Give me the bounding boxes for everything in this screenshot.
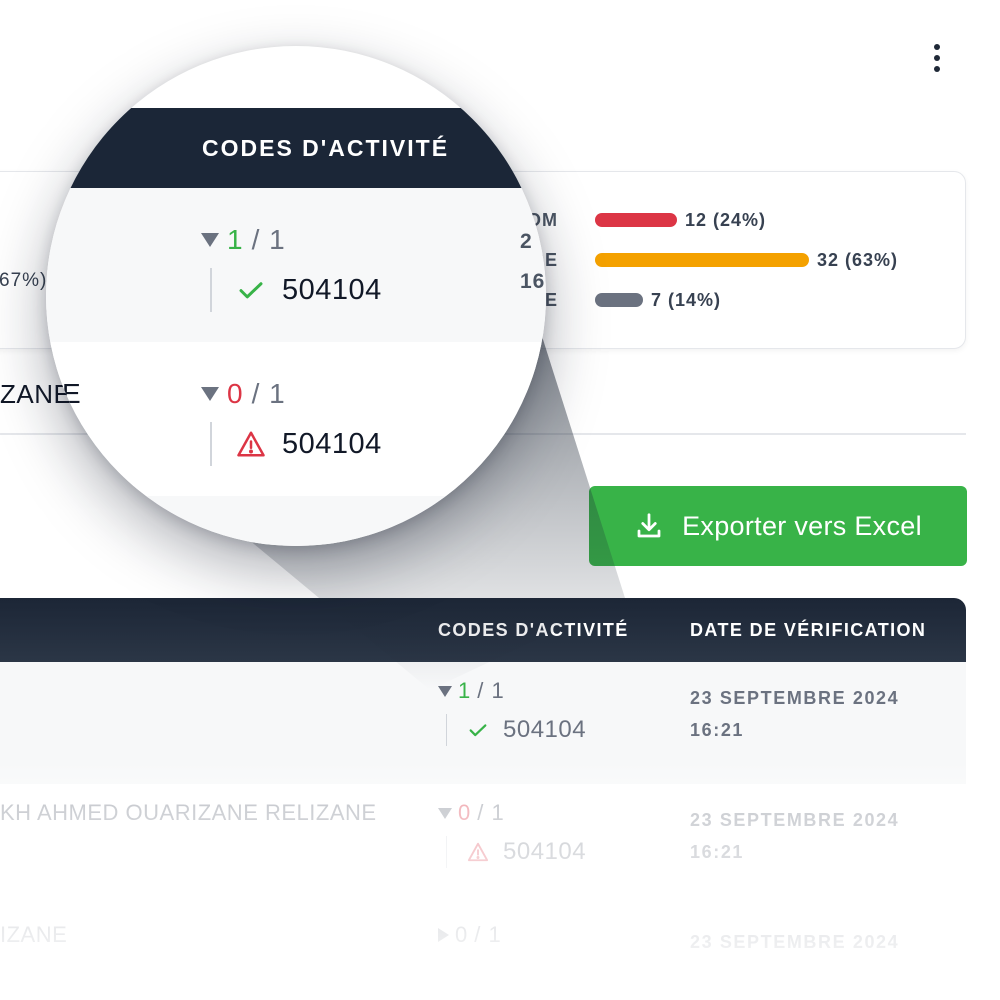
date-text: 23 SEPTEMBRE 2024: [690, 810, 900, 830]
matched-count: 1: [227, 224, 244, 255]
menu-dot: [934, 44, 940, 50]
magnified-header-codes: CODES D'ACTIVITÉ: [202, 135, 450, 161]
warning-icon: [467, 842, 489, 862]
magnified-codes-cell: 1 / 1 504104: [201, 224, 382, 312]
stat-value-2: 7 (14%): [651, 290, 722, 310]
magnified-edge-fragment: 2: [520, 230, 533, 253]
activity-codes-cell: 0 / 1 504104: [438, 800, 586, 868]
company-name: IZANE: [0, 922, 68, 947]
warning-icon: [237, 431, 265, 457]
total-count: / 1: [251, 224, 286, 255]
magnified-row: ZANE 0 / 1 504104: [46, 342, 546, 496]
activity-code: 504104: [503, 716, 587, 743]
magnified-company-name: ZANE: [46, 378, 81, 409]
activity-codes-cell: 0 / 1: [438, 922, 502, 948]
table-header: CODES D'ACTIVITÉ DATE DE VÉRIFICATION: [0, 598, 966, 662]
menu-dot: [934, 66, 940, 72]
expand-toggle-icon[interactable]: [438, 928, 449, 942]
export-button-label: Exporter vers Excel: [682, 510, 922, 541]
verification-table: CODES D'ACTIVITÉ DATE DE VÉRIFICATION 1 …: [0, 598, 966, 1000]
activity-codes-cell: 1 / 1 504104: [438, 678, 586, 746]
activity-code-item: 504104: [446, 836, 586, 868]
magnified-codes-count: 1 / 1: [201, 224, 382, 256]
stat-value-0: 12 (24%): [685, 210, 767, 230]
matched-count: 1: [458, 678, 472, 703]
check-icon: [469, 724, 487, 737]
activity-code: 504104: [282, 427, 382, 460]
time-text: 16:21: [690, 720, 745, 740]
header-date[interactable]: DATE DE VÉRIFICATION: [690, 620, 926, 641]
magnified-edge-fragment: 16: [520, 270, 546, 293]
stat-value-1: 32 (63%): [817, 250, 899, 270]
header-codes[interactable]: CODES D'ACTIVITÉ: [438, 620, 629, 641]
total-count: / 1: [477, 800, 505, 825]
magnified-header: CODES D'ACTIVITÉ: [46, 108, 546, 188]
magnified-row: [46, 496, 546, 546]
table-row[interactable]: KH AHMED OUARIZANE RELIZANE 0 / 1 504104…: [0, 784, 966, 906]
magnified-codes-count: 0 / 1: [201, 378, 382, 410]
time-text: 16:21: [690, 842, 745, 862]
total-count: / 1: [474, 922, 502, 947]
magnified-code-item: 504104: [210, 268, 382, 312]
expand-toggle-icon[interactable]: [438, 685, 452, 697]
table-row[interactable]: IZANE 0 / 1 23 SEPTEMBRE 2024: [0, 906, 966, 1000]
matched-count: 0: [227, 378, 244, 409]
activity-code: 504104: [503, 838, 587, 865]
magnified-row: 1 / 1 504104 2 16: [46, 188, 546, 342]
total-count: / 1: [251, 378, 286, 409]
codes-count[interactable]: 0 / 1: [438, 922, 502, 948]
more-vertical-icon[interactable]: [926, 42, 948, 74]
date-text: 23 SEPTEMBRE 2024: [690, 932, 900, 952]
magnified-codes-cell: 0 / 1 504104: [201, 378, 382, 466]
expand-toggle-icon: [201, 233, 219, 247]
codes-count[interactable]: 0 / 1: [438, 800, 586, 826]
codes-count[interactable]: 1 / 1: [438, 678, 586, 704]
magnified-code-item: 504104: [210, 422, 382, 466]
stat-bar-0: [595, 213, 677, 227]
activity-code-item: 504104: [446, 714, 586, 746]
expand-toggle-icon: [201, 387, 219, 401]
date-text: 23 SEPTEMBRE 2024: [690, 688, 900, 708]
verification-date: 23 SEPTEMBRE 2024: [690, 926, 899, 958]
matched-count: 0: [455, 922, 469, 947]
check-icon: [239, 282, 263, 299]
expand-toggle-icon[interactable]: [438, 807, 452, 819]
table-row[interactable]: 1 / 1 504104 23 SEPTEMBRE 2024 16:21: [0, 662, 966, 784]
stat-bar-1: [595, 253, 809, 267]
magnifier-lens: CODES D'ACTIVITÉ 1 / 1 504104 2 16 ZANE …: [46, 46, 546, 546]
stat-bar-2: [595, 293, 643, 307]
download-icon: [637, 513, 661, 538]
verification-date: 23 SEPTEMBRE 2024 16:21: [690, 682, 899, 746]
menu-dot: [934, 55, 940, 61]
verification-date: 23 SEPTEMBRE 2024 16:21: [690, 804, 899, 868]
total-count: / 1: [477, 678, 505, 703]
matched-count: 0: [458, 800, 472, 825]
export-excel-button[interactable]: Exporter vers Excel: [589, 486, 967, 566]
activity-code: 504104: [282, 273, 382, 306]
company-name: KH AHMED OUARIZANE RELIZANE: [0, 800, 377, 825]
stat-left-fragment: 67%): [0, 270, 48, 291]
